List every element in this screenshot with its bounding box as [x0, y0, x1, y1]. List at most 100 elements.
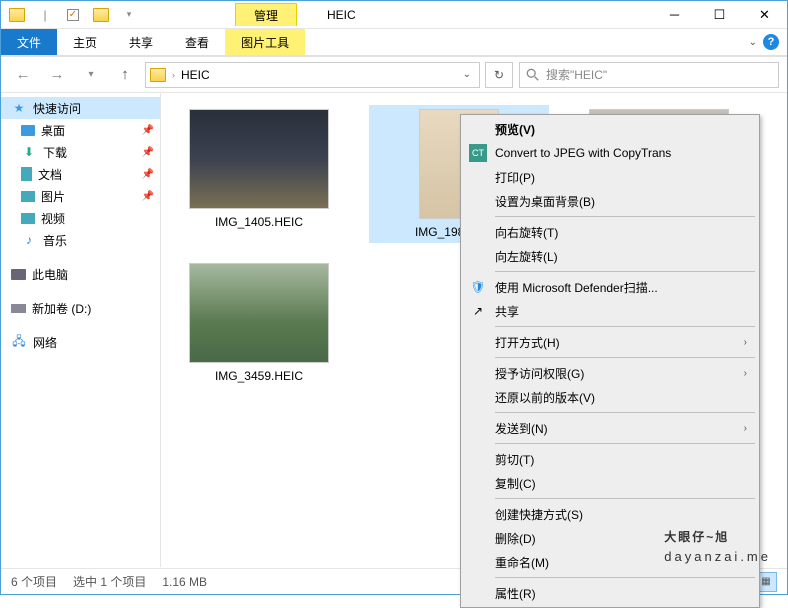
address-folder-icon: [150, 68, 166, 82]
pin-icon: 📌: [142, 125, 154, 136]
quick-access-toolbar: | ✓ ▾: [1, 4, 145, 26]
desktop-icon: [21, 125, 35, 136]
sidebar-item-label: 下载: [43, 144, 67, 161]
navigation-bar: ← → ▾ ↑ › HEIC ⌄ ↻ 搜索"HEIC": [1, 57, 787, 93]
file-item[interactable]: IMG_3459.HEIC: [169, 259, 349, 387]
cm-create-shortcut[interactable]: 创建快捷方式(S): [463, 502, 757, 526]
star-icon: ★: [11, 100, 27, 116]
cm-set-wallpaper[interactable]: 设置为桌面背景(B): [463, 189, 757, 213]
search-placeholder: 搜索"HEIC": [546, 66, 607, 83]
address-dropdown-icon[interactable]: ⌄: [459, 69, 475, 80]
file-tab[interactable]: 文件: [1, 29, 57, 55]
sidebar-item-label: 图片: [41, 188, 65, 205]
quick-access-label: 快速访问: [33, 100, 81, 117]
navigation-pane: ★ 快速访问 桌面 📌 ⬇ 下载 📌 文档 📌 图片 📌 视频 ♪: [1, 93, 161, 567]
back-button[interactable]: ←: [9, 62, 37, 88]
context-menu: 预览(V) CTConvert to JPEG with CopyTrans 打…: [460, 114, 760, 608]
manage-tab-label: 管理: [235, 3, 297, 26]
file-thumbnail: [189, 109, 329, 209]
pc-icon: [11, 269, 26, 280]
address-path: HEIC: [181, 68, 459, 82]
file-name: IMG_3459.HEIC: [215, 369, 303, 383]
selection-size: 1.16 MB: [162, 575, 207, 589]
window-title: HEIC: [327, 8, 356, 22]
tab-view[interactable]: 查看: [169, 29, 225, 55]
search-input[interactable]: 搜索"HEIC": [519, 62, 779, 88]
qat-dropdown[interactable]: ▾: [117, 4, 141, 26]
sidebar-item-documents[interactable]: 文档 📌: [1, 163, 160, 185]
copytrans-icon: CT: [469, 144, 487, 162]
window-controls: ─ ☐ ✕: [652, 1, 787, 29]
pin-icon: 📌: [142, 191, 154, 202]
cm-convert-jpeg[interactable]: CTConvert to JPEG with CopyTrans: [463, 141, 757, 165]
qat-folder-icon[interactable]: [89, 4, 113, 26]
selection-info: 选中 1 个项目: [73, 573, 146, 590]
sidebar-this-pc[interactable]: 此电脑: [1, 263, 160, 285]
refresh-button[interactable]: ↻: [485, 62, 513, 88]
cm-cut[interactable]: 剪切(T): [463, 447, 757, 471]
cm-delete[interactable]: 删除(D): [463, 526, 757, 550]
download-icon: ⬇: [21, 144, 37, 160]
sidebar-item-label: 文档: [38, 166, 62, 183]
close-button[interactable]: ✕: [742, 1, 787, 29]
qat-separator: |: [33, 4, 57, 26]
file-name: IMG_1405.HEIC: [215, 215, 303, 229]
minimize-button[interactable]: ─: [652, 1, 697, 29]
pin-icon: 📌: [142, 169, 154, 180]
sidebar-item-pictures[interactable]: 图片 📌: [1, 185, 160, 207]
sidebar-network[interactable]: 🖧 网络: [1, 331, 160, 353]
ribbon: 文件 主页 共享 查看 图片工具 ⌄ ?: [1, 29, 787, 57]
cm-send-to[interactable]: 发送到(N)›: [463, 416, 757, 440]
address-chevron-icon: ›: [172, 70, 175, 80]
sidebar-item-desktop[interactable]: 桌面 📌: [1, 119, 160, 141]
sidebar-quick-access[interactable]: ★ 快速访问: [1, 97, 160, 119]
tab-share[interactable]: 共享: [113, 29, 169, 55]
drive-icon: [11, 304, 26, 313]
submenu-arrow-icon: ›: [744, 337, 747, 348]
cm-grant-access[interactable]: 授予访问权限(G)›: [463, 361, 757, 385]
up-button[interactable]: ↑: [111, 62, 139, 88]
pin-icon: 📌: [142, 147, 154, 158]
help-icon[interactable]: ?: [763, 34, 779, 50]
cm-rename[interactable]: 重命名(M): [463, 550, 757, 574]
sidebar-drive[interactable]: 新加卷 (D:): [1, 297, 160, 319]
sidebar-item-label: 视频: [41, 210, 65, 227]
document-icon: [21, 167, 32, 181]
music-icon: ♪: [21, 232, 37, 248]
properties-checkbox[interactable]: ✓: [61, 4, 85, 26]
cm-share[interactable]: ↗共享: [463, 299, 757, 323]
file-item[interactable]: IMG_1405.HEIC: [169, 105, 349, 243]
cm-previous-versions[interactable]: 还原以前的版本(V): [463, 385, 757, 409]
cm-print[interactable]: 打印(P): [463, 165, 757, 189]
sidebar-item-music[interactable]: ♪ 音乐: [1, 229, 160, 251]
shield-icon: 🛡: [469, 278, 487, 296]
address-bar[interactable]: › HEIC ⌄: [145, 62, 480, 88]
this-pc-label: 此电脑: [32, 266, 68, 283]
title-bar: | ✓ ▾ 管理 HEIC ─ ☐ ✕: [1, 1, 787, 29]
recent-dropdown[interactable]: ▾: [77, 62, 105, 88]
file-thumbnail: [189, 263, 329, 363]
maximize-button[interactable]: ☐: [697, 1, 742, 29]
submenu-arrow-icon: ›: [744, 423, 747, 434]
sidebar-item-label: 音乐: [43, 232, 67, 249]
contextual-tab-group: 管理: [235, 3, 297, 26]
tab-home[interactable]: 主页: [57, 29, 113, 55]
sidebar-item-videos[interactable]: 视频: [1, 207, 160, 229]
picture-icon: [21, 191, 35, 202]
cm-rotate-left[interactable]: 向左旋转(L): [463, 244, 757, 268]
tab-picture-tools[interactable]: 图片工具: [225, 29, 305, 55]
cm-open-with[interactable]: 打开方式(H)›: [463, 330, 757, 354]
ribbon-collapse-icon[interactable]: ⌄: [749, 37, 757, 48]
network-icon: 🖧: [11, 334, 27, 350]
sidebar-item-label: 桌面: [41, 122, 65, 139]
cm-preview[interactable]: 预览(V): [463, 117, 757, 141]
item-count: 6 个项目: [11, 573, 57, 590]
cm-rotate-right[interactable]: 向右旋转(T): [463, 220, 757, 244]
folder-icon[interactable]: [5, 4, 29, 26]
cm-properties[interactable]: 属性(R): [463, 581, 757, 605]
forward-button[interactable]: →: [43, 62, 71, 88]
cm-copy[interactable]: 复制(C): [463, 471, 757, 495]
cm-defender-scan[interactable]: 🛡使用 Microsoft Defender扫描...: [463, 275, 757, 299]
network-label: 网络: [33, 334, 57, 351]
sidebar-item-downloads[interactable]: ⬇ 下载 📌: [1, 141, 160, 163]
